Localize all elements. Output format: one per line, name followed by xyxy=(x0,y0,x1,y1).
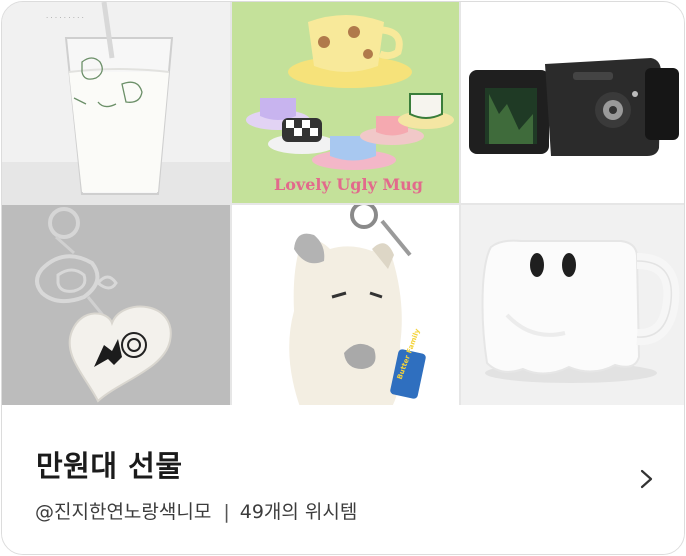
collection-author[interactable]: @진지한연노랑색니모 xyxy=(35,501,211,523)
product-image-heart-keyring[interactable] xyxy=(2,205,230,407)
product-image-video-camera[interactable] xyxy=(461,2,684,203)
collection-item-count: 49개의 위시템 xyxy=(239,501,358,523)
product-image-grid: · · · · · · · · · Lovely Ugly Mug Butter… xyxy=(2,2,684,407)
product-image-painted-mugs[interactable]: Lovely Ugly Mug xyxy=(232,2,459,203)
collection-card[interactable]: · · · · · · · · · Lovely Ugly Mug Butter… xyxy=(1,1,685,555)
product-image-cat-plush-keyring[interactable]: Butter Family xyxy=(232,205,459,407)
chevron-right-icon[interactable] xyxy=(636,468,656,490)
product-image-glass-cup[interactable]: · · · · · · · · · xyxy=(2,2,230,203)
mug-brand-text: Lovely Ugly Mug xyxy=(274,175,423,194)
meta-separator: | xyxy=(223,501,230,523)
collection-meta: @진지한연노랑색니모 | 49개의 위시템 xyxy=(35,497,357,524)
product-image-ghost-mug[interactable] xyxy=(461,205,684,407)
svg-text:· · · · · · · · ·: · · · · · · · · · xyxy=(46,14,84,22)
collection-title: 만원대 선물 xyxy=(36,449,183,483)
collection-info: 만원대 선물 @진지한연노랑색니모 | 49개의 위시템 xyxy=(2,405,684,554)
